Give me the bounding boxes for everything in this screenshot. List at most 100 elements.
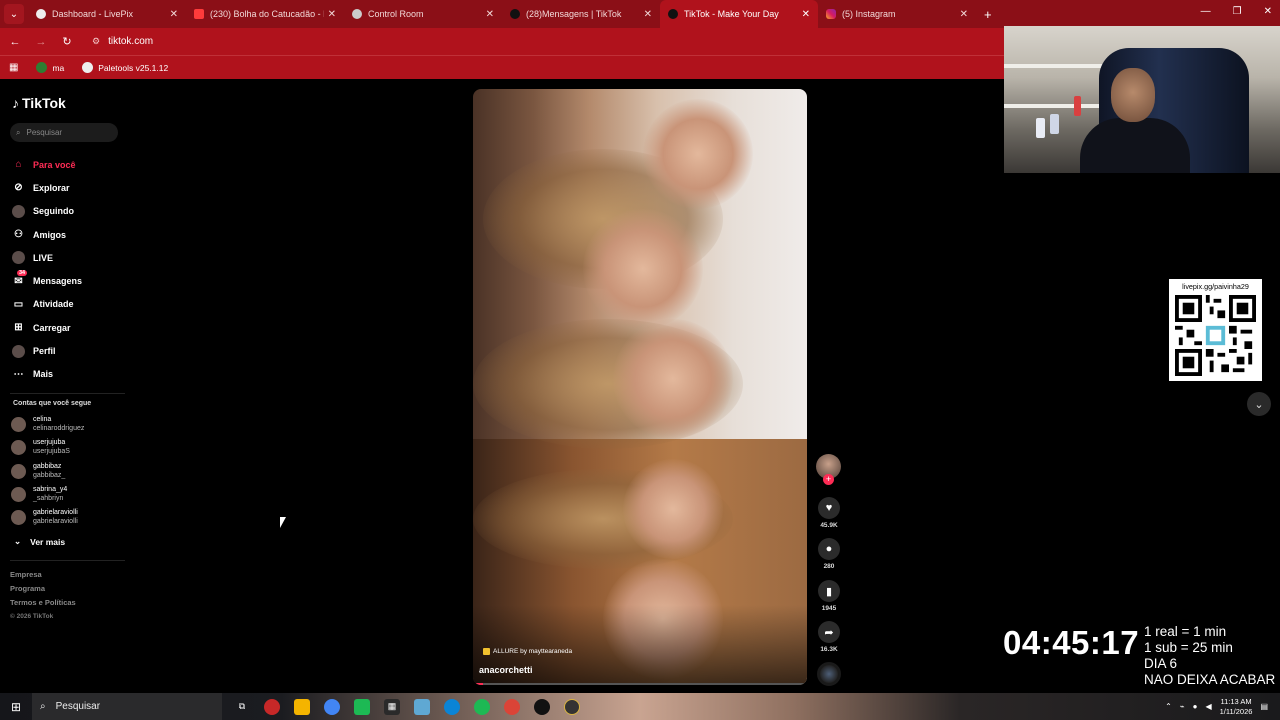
live-avatar-icon: [12, 251, 25, 265]
browser-tab[interactable]: (5) Instagram ✕: [818, 0, 976, 28]
nav-item-amigos[interactable]: ⚇ Amigos: [12, 223, 82, 246]
close-tab-icon[interactable]: ✕: [802, 9, 810, 20]
obs-icon[interactable]: [534, 698, 550, 715]
following-account[interactable]: gabrielaraviolli gabrielaraviolli: [11, 508, 78, 526]
search-input[interactable]: ⌕ Pesquisar: [10, 123, 118, 142]
home-icon: ⌂: [15, 159, 22, 171]
share-button[interactable]: ➦ 16.3K: [817, 621, 841, 653]
profile-avatar-icon: [12, 344, 25, 358]
clock[interactable]: 11:13 AM 1/11/2026: [1220, 697, 1253, 717]
nav-item-live[interactable]: LIVE: [12, 246, 82, 269]
tiktok-logo[interactable]: ♪ TikTok: [12, 95, 66, 111]
site-info-icon[interactable]: ⚙: [92, 36, 100, 47]
address-bar[interactable]: ⚙ tiktok.com: [92, 36, 153, 47]
network-icon[interactable]: ⌁: [1180, 702, 1185, 711]
following-account[interactable]: gabbibaz gabbibaz_: [11, 462, 65, 480]
windows-start-icon[interactable]: ⊞: [0, 700, 32, 714]
bookmark-item[interactable]: ma: [36, 62, 64, 73]
app-red-icon[interactable]: [264, 698, 280, 715]
close-window-icon[interactable]: ✕: [1264, 6, 1272, 17]
task-view-icon[interactable]: ⧉: [234, 699, 250, 715]
bookmark-label: Paletools v25.1.12: [98, 62, 169, 73]
minimize-icon[interactable]: —: [1201, 6, 1211, 17]
restore-icon[interactable]: ❐: [1233, 6, 1242, 17]
close-tab-icon[interactable]: ✕: [486, 9, 494, 20]
browser-tab[interactable]: (28)Mensagens | TikTok ✕: [502, 0, 660, 28]
bookmarks-bar: ▦ ma Paletools v25.1.12: [0, 55, 1004, 79]
browser-tab[interactable]: (230) Bolha do Catucadão - Eu ✕: [186, 0, 344, 28]
account-avatar: [11, 439, 26, 455]
messages-badge: 34: [17, 269, 28, 276]
next-video-button[interactable]: ⌄: [1247, 392, 1271, 416]
donation-qr-panel: livepix.gg/paivinha29: [1169, 279, 1262, 381]
video-progress-bar[interactable]: [476, 683, 804, 685]
chrome-icon[interactable]: [324, 698, 340, 715]
nav-item-perfil[interactable]: Perfil: [12, 339, 82, 362]
microphone-icon[interactable]: ●: [1193, 702, 1198, 711]
browser-tab[interactable]: Dashboard - LivePix ✕: [28, 0, 186, 28]
qr-code-icon: [1175, 295, 1256, 376]
notepad-icon[interactable]: [414, 698, 430, 715]
bookmark-item[interactable]: Paletools v25.1.12: [82, 62, 168, 73]
chrome-profile-icon[interactable]: [504, 698, 520, 715]
notifications-icon[interactable]: ▤: [1260, 702, 1268, 711]
following-account[interactable]: sabrina_y4 _sahbriyn: [11, 485, 67, 503]
like-button[interactable]: ♥ 45.9K: [817, 497, 841, 529]
following-account[interactable]: celina celinaroddriguez: [11, 415, 84, 433]
app-grid-icon[interactable]: ▦: [384, 698, 400, 715]
see-more-button[interactable]: ⌄ Ver mais: [14, 536, 65, 547]
video-player[interactable]: ALLURE by mayttearaneda anacorchetti: [473, 89, 807, 685]
back-icon[interactable]: ←: [4, 36, 26, 48]
new-tab-button[interactable]: +: [984, 7, 992, 22]
edge-icon[interactable]: [444, 698, 460, 715]
video-face: [583, 209, 703, 329]
main-nav: ⌂ Para você ⊘ Explorar Seguindo ⚇ Amigos LI…: [12, 153, 82, 386]
file-explorer-icon[interactable]: [294, 698, 310, 715]
music-disc-icon[interactable]: [817, 662, 841, 686]
nav-item-atividade[interactable]: ▭ Atividade: [12, 293, 82, 316]
spotify-icon[interactable]: [474, 698, 490, 715]
nav-item-seguindo[interactable]: Seguindo: [12, 200, 82, 223]
music-info[interactable]: ALLURE by mayttearaneda: [483, 648, 572, 655]
bookmark-label: ma: [52, 62, 65, 73]
heart-icon: ♥: [818, 497, 840, 519]
divider: [10, 393, 125, 394]
nav-item-carregar[interactable]: ⊞ Carregar: [12, 316, 82, 339]
close-tab-icon[interactable]: ✕: [170, 9, 178, 20]
reload-icon[interactable]: ↻: [56, 35, 78, 48]
nav-item-mais[interactable]: ⋯ Mais: [12, 363, 82, 386]
footer-link-termos[interactable]: Termos e Políticas: [10, 598, 76, 607]
close-tab-icon[interactable]: ✕: [328, 9, 336, 20]
app-green-icon[interactable]: [354, 698, 370, 715]
streamer-face: [1111, 68, 1155, 122]
tab-search-button[interactable]: ⌄: [4, 4, 24, 24]
browser-tab[interactable]: Control Room ✕: [344, 0, 502, 28]
copyright: © 2026 TikTok: [10, 613, 54, 620]
close-tab-icon[interactable]: ✕: [644, 9, 652, 20]
close-tab-icon[interactable]: ✕: [960, 9, 968, 20]
follow-plus-icon[interactable]: +: [823, 474, 834, 485]
footer-link-programa[interactable]: Programa: [10, 584, 45, 593]
browser-tab-active[interactable]: TikTok - Make Your Day ✕: [660, 0, 818, 28]
nav-item-explorar[interactable]: ⊘ Explorar: [12, 176, 82, 199]
apps-grid-icon[interactable]: ▦: [9, 62, 18, 73]
chevron-up-icon[interactable]: ⌃: [1165, 702, 1172, 711]
taskbar-search[interactable]: ⌕ Pesquisar: [32, 693, 222, 720]
paletools-favicon-icon: [82, 62, 94, 73]
app-gold-icon[interactable]: [564, 698, 580, 715]
save-button[interactable]: ▮ 1945: [817, 580, 841, 612]
youtube-favicon-icon: [194, 9, 204, 19]
volume-icon[interactable]: ◀: [1205, 702, 1211, 711]
account-avatar: [11, 509, 26, 525]
nav-item-mensagens[interactable]: ✉ 34 Mensagens: [12, 269, 82, 292]
like-count: 45.9K: [820, 522, 838, 529]
streamer-body: [1080, 118, 1190, 173]
nav-item-para-voce[interactable]: ⌂ Para você: [12, 153, 82, 176]
following-account[interactable]: userjujuba userjujubaS: [11, 438, 70, 456]
forward-icon[interactable]: →: [30, 36, 52, 48]
livepix-favicon-icon: [36, 9, 46, 19]
system-tray: ⌃ ⌁ ● ◀ 11:13 AM 1/11/2026 ▤: [1165, 693, 1268, 720]
footer-link-empresa[interactable]: Empresa: [10, 570, 42, 579]
video-author[interactable]: anacorchetti: [479, 665, 533, 675]
comment-button[interactable]: ● 280: [817, 538, 841, 570]
